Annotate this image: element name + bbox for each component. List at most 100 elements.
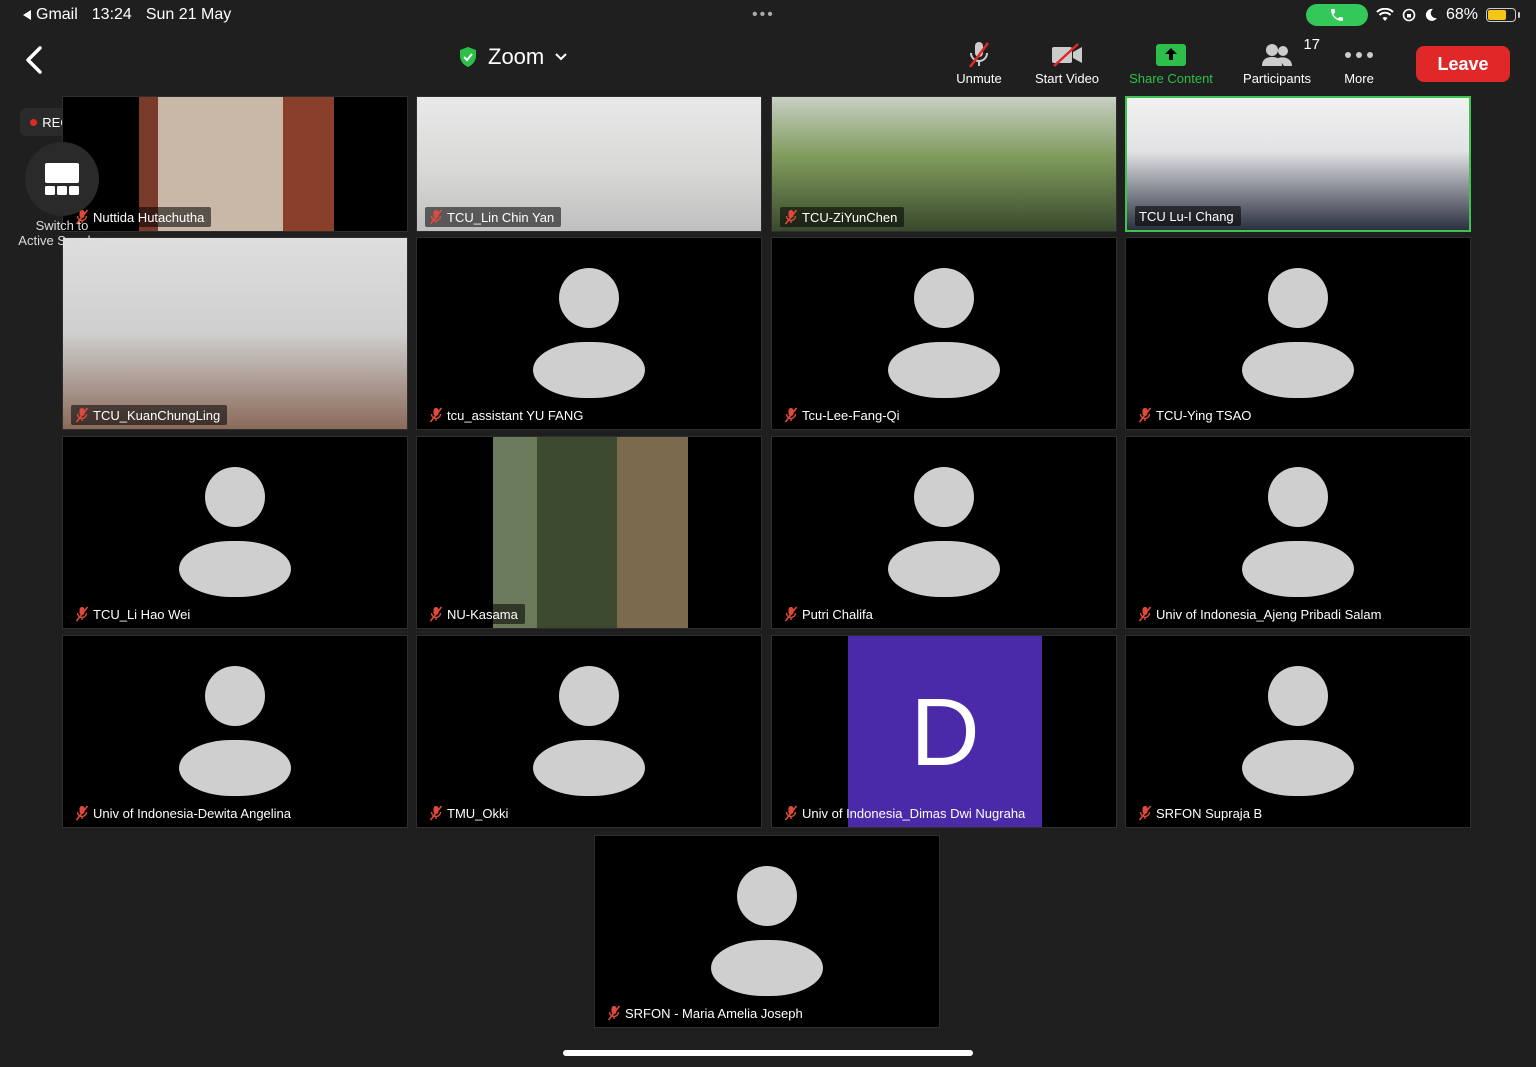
status-time: 13:24 — [91, 6, 132, 23]
participant-name-bar: Univ of Indonesia_Ajeng Pribadi Salam — [1134, 604, 1388, 624]
multitasking-dots[interactable]: ••• — [752, 6, 775, 24]
share-screen-icon — [1156, 44, 1186, 66]
back-button[interactable] — [20, 40, 48, 80]
participant-tile[interactable]: D Univ of Indonesia_Dimas Dwi Nugraha — [771, 635, 1117, 828]
participant-name-bar: SRFON - Maria Amelia Joseph — [603, 1003, 810, 1023]
mic-off-icon — [784, 805, 798, 821]
chevron-down-icon — [555, 53, 567, 61]
shield-check-icon — [460, 47, 476, 67]
mic-off-icon — [607, 1005, 621, 1021]
participants-button[interactable]: 17 Participants — [1236, 36, 1320, 86]
default-avatar-icon — [179, 467, 291, 599]
active-call-pill[interactable] — [1305, 4, 1368, 26]
participant-name-bar: Putri Chalifa — [780, 604, 880, 624]
participant-tile[interactable]: SRFON Supraja B — [1125, 635, 1471, 828]
mic-off-icon — [1138, 407, 1152, 423]
participant-tile[interactable]: TCU Lu-I Chang — [1125, 96, 1471, 232]
participant-tile[interactable]: Univ of Indonesia_Ajeng Pribadi Salam — [1125, 436, 1471, 629]
participant-name: TCU Lu-I Chang — [1139, 208, 1234, 224]
start-video-button[interactable]: Start Video — [1028, 36, 1106, 86]
participant-name-bar: TCU_Lin Chin Yan — [425, 207, 562, 227]
participant-name: TCU-Ying TSAO — [1156, 407, 1252, 423]
switch-label-line1: Switch to — [35, 218, 89, 233]
meeting-toolbar: Zoom Unmute Start Video Share Content 17… — [0, 32, 1536, 96]
rotation-lock-icon — [1402, 8, 1416, 22]
participant-tile[interactable]: NU-Kasama — [416, 436, 762, 629]
home-indicator[interactable] — [563, 1050, 973, 1056]
back-to-app-link[interactable]: Gmail — [22, 6, 78, 24]
default-avatar-icon — [1242, 666, 1354, 798]
phone-icon — [1330, 9, 1343, 21]
default-avatar-icon — [1242, 467, 1354, 599]
participant-name-bar: NU-Kasama — [425, 604, 525, 624]
mic-off-icon — [75, 407, 89, 423]
status-date: Sun 21 May — [145, 6, 232, 23]
chevron-left-icon — [26, 46, 42, 74]
mic-off-icon — [429, 606, 443, 622]
battery-icon — [1486, 8, 1520, 22]
participant-name-bar: Tcu-Lee-Fang-Qi — [780, 405, 907, 425]
participant-tile[interactable]: TCU_Lin Chin Yan — [416, 96, 762, 232]
participant-name: Putri Chalifa — [802, 606, 873, 622]
participant-tile[interactable]: Tcu-Lee-Fang-Qi — [771, 237, 1117, 430]
participant-name-bar: TCU Lu-I Chang — [1135, 206, 1241, 226]
participant-name: Tcu-Lee-Fang-Qi — [802, 407, 900, 423]
battery-percent: 68% — [1445, 6, 1478, 23]
default-avatar-icon — [1242, 268, 1354, 400]
video-off-icon — [1052, 43, 1082, 67]
participant-name-bar: SRFON Supraja B — [1134, 803, 1269, 823]
participant-tile[interactable]: TCU_KuanChungLing — [62, 237, 408, 430]
moon-icon — [1425, 8, 1437, 21]
participant-tile[interactable]: TMU_Okki — [416, 635, 762, 828]
switch-label-line2: Active Speaker — [18, 233, 106, 248]
participant-name: SRFON - Maria Amelia Joseph — [625, 1005, 803, 1021]
participant-name: TMU_Okki — [447, 805, 509, 821]
default-avatar-icon — [179, 666, 291, 798]
participant-tile[interactable]: Putri Chalifa — [771, 436, 1117, 629]
default-avatar-icon — [888, 467, 1000, 599]
participants-label: Participants — [1243, 71, 1311, 86]
switch-view-button[interactable]: Switch to Active Speaker — [10, 142, 114, 248]
participant-name-bar: tcu_assistant YU FANG — [425, 405, 590, 425]
mic-off-icon — [784, 606, 798, 622]
default-avatar-icon — [533, 268, 645, 400]
participant-tile[interactable]: TCU_Li Hao Wei — [62, 436, 408, 629]
leave-button[interactable]: Leave — [1416, 46, 1510, 82]
status-bar: Gmail 13:24 Sun 21 May ••• 68% — [0, 0, 1536, 32]
participant-name: TCU-ZiYunChen — [802, 209, 898, 225]
participant-tile[interactable]: tcu_assistant YU FANG — [416, 237, 762, 430]
back-triangle-icon — [23, 10, 31, 20]
participant-name-bar: TCU-ZiYunChen — [780, 207, 905, 227]
status-left: Gmail 13:24 Sun 21 May — [22, 6, 231, 24]
participant-tile[interactable]: TCU-ZiYunChen — [771, 96, 1117, 232]
more-label: More — [1344, 71, 1374, 86]
share-content-button[interactable]: Share Content — [1124, 36, 1218, 86]
meeting-title: Zoom — [488, 44, 545, 69]
mic-off-icon — [784, 209, 798, 225]
unmute-button[interactable]: Unmute — [948, 36, 1010, 86]
back-app-label: Gmail — [36, 6, 78, 23]
participant-name: tcu_assistant YU FANG — [447, 407, 584, 423]
participant-name-bar: Univ of Indonesia-Dewita Angelina — [71, 803, 298, 823]
participant-tile[interactable]: Univ of Indonesia-Dewita Angelina — [62, 635, 408, 828]
default-avatar-icon — [888, 268, 1000, 400]
participants-count: 17 — [1303, 36, 1320, 53]
participant-name: TCU_KuanChungLing — [93, 407, 221, 423]
start-video-label: Start Video — [1034, 71, 1100, 86]
wifi-icon — [1376, 8, 1394, 21]
speaker-view-icon — [45, 163, 79, 195]
mic-off-icon — [75, 606, 89, 622]
mic-off-icon — [429, 209, 443, 225]
meeting-title-button[interactable]: Zoom — [458, 44, 568, 70]
participant-name-bar: TMU_Okki — [425, 803, 515, 823]
participant-name: SRFON Supraja B — [1156, 805, 1263, 821]
participant-name: Univ of Indonesia-Dewita Angelina — [93, 805, 292, 821]
initial-avatar: D — [848, 636, 1042, 827]
mic-off-icon — [1138, 805, 1152, 821]
participant-name: TCU_Li Hao Wei — [93, 606, 191, 622]
more-button[interactable]: More — [1336, 36, 1382, 86]
participant-name: TCU_Lin Chin Yan — [447, 209, 555, 225]
participant-tile[interactable]: TCU-Ying TSAO — [1125, 237, 1471, 430]
mic-off-icon — [429, 407, 443, 423]
participant-tile[interactable]: SRFON - Maria Amelia Joseph — [594, 835, 940, 1028]
